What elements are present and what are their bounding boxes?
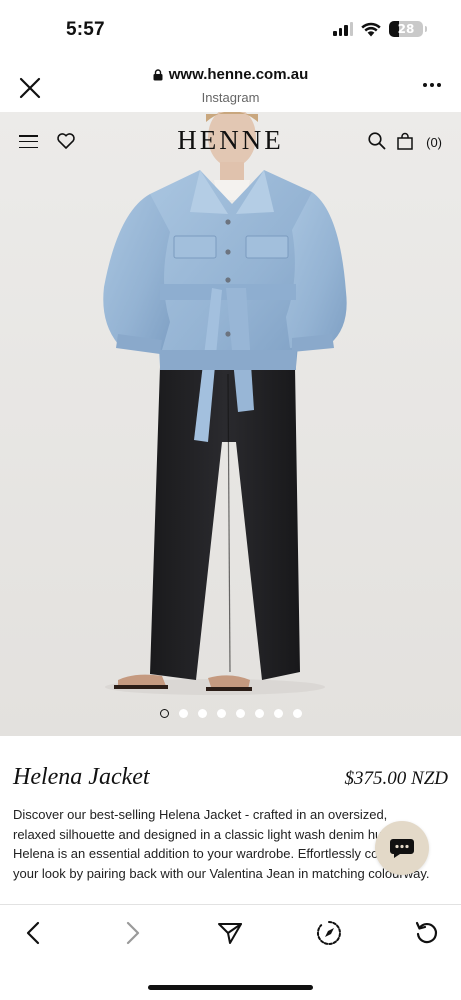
status-bar: 5:57 28 (0, 0, 461, 58)
search-icon[interactable] (367, 131, 387, 151)
forward-icon[interactable] (118, 919, 146, 947)
url-source: Instagram (201, 89, 260, 105)
carousel-dot-5[interactable] (235, 709, 245, 718)
product-description: Discover our best-selling Helena Jacket … (13, 807, 430, 881)
lock-icon (153, 68, 163, 80)
share-icon[interactable] (216, 919, 244, 947)
image-carousel-dots (0, 709, 461, 718)
url-text: www.henne.com.au (168, 66, 309, 83)
safari-icon[interactable] (315, 919, 343, 947)
url-bar[interactable]: www.henne.com.au Instagram (0, 66, 461, 105)
carousel-dot-8[interactable] (292, 709, 302, 718)
site-logo[interactable]: HENNE (0, 125, 461, 156)
carousel-dot-4[interactable] (216, 709, 226, 718)
wifi-icon (361, 22, 381, 36)
site-header: HENNE (0) (0, 112, 461, 170)
carousel-dot-6[interactable] (254, 709, 264, 718)
carousel-dot-7[interactable] (273, 709, 283, 718)
back-icon[interactable] (20, 919, 48, 947)
carousel-dot-1[interactable] (159, 709, 169, 718)
browser-toolbar (0, 904, 461, 1000)
chat-button[interactable] (375, 821, 429, 875)
reload-icon[interactable] (413, 919, 441, 947)
product-hero-image[interactable]: HENNE (0) (0, 112, 461, 736)
product-title: Helena Jacket (13, 764, 150, 790)
more-icon[interactable] (423, 83, 441, 87)
model-photo (0, 112, 461, 736)
product-price: $375.00 NZD (344, 768, 448, 789)
battery-percentage: 28 (397, 22, 415, 36)
signal-icon (333, 22, 353, 36)
chat-icon (390, 839, 414, 858)
cart-count[interactable]: (0) (426, 135, 442, 150)
home-indicator (148, 985, 313, 990)
carousel-dot-3[interactable] (197, 709, 207, 718)
product-info: Helena Jacket $375.00 NZD Discover our b… (0, 736, 461, 904)
status-time: 5:57 (66, 19, 105, 40)
browser-header: www.henne.com.au Instagram (0, 58, 461, 112)
status-icons: 28 (333, 21, 427, 37)
carousel-dot-2[interactable] (178, 709, 188, 718)
bag-icon[interactable] (396, 132, 414, 150)
battery-icon: 28 (389, 21, 427, 37)
